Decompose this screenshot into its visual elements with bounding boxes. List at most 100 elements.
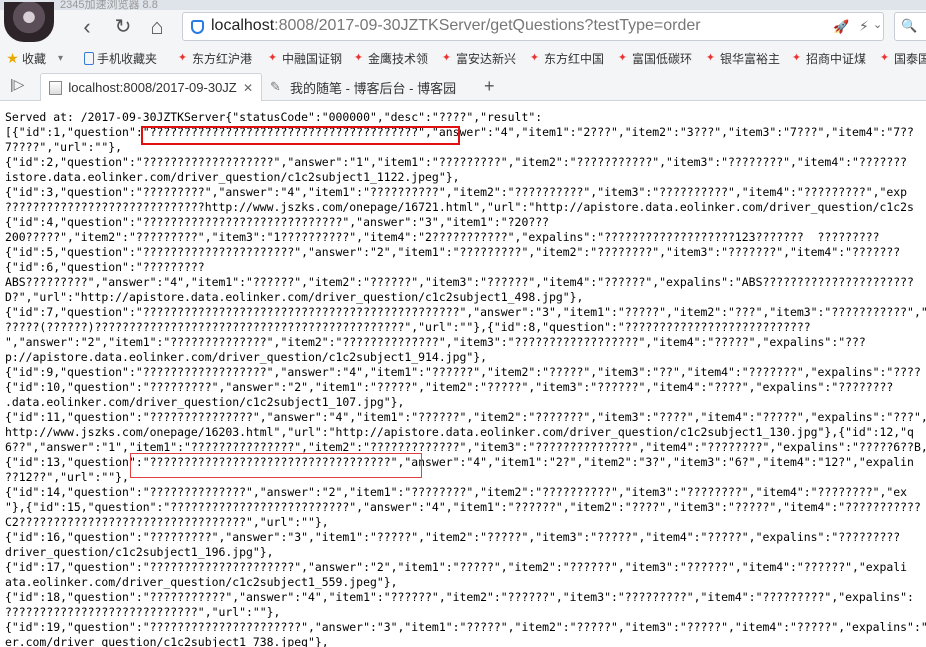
back-icon: ‹ <box>83 14 91 39</box>
lightning-icon[interactable]: ⚡ <box>859 18 869 35</box>
response-line: {"id":5,"question":"????????????????????… <box>5 245 901 259</box>
bookmark-item[interactable]: ✦ 国泰国 <box>878 49 926 67</box>
response-line: ata.eolinker.com/driver_question/c1c2sub… <box>5 575 398 589</box>
new-tab-icon[interactable]: + <box>484 76 495 97</box>
response-line: Served at: /2017-09-30JZTKServer{"status… <box>5 110 543 124</box>
response-line: {"id":18,"question":"???????????","answe… <box>5 590 914 604</box>
window-title: 2345加速浏览器 8.8 <box>60 0 158 11</box>
response-line: http://www.jszks.com/onepage/16203.html"… <box>5 425 914 439</box>
address-host: localhost <box>211 17 275 34</box>
address-path: :8008/2017-09-30JZTKServer/getQuestions?… <box>274 17 701 34</box>
response-line: 200?????","item2":"?????????","item3":"1… <box>5 230 880 244</box>
bookmark-label: 手机收藏夹 <box>97 51 158 66</box>
bookmark-label: 银华富裕主 <box>720 51 781 66</box>
response-line: {"id":17,"question":"???????????????????… <box>5 560 908 574</box>
response-line: ABS?????????","answer":"4","item1":"????… <box>5 275 914 289</box>
tab-label: localhost:8008/2017-09-30JZ <box>68 80 237 95</box>
response-line: {"id":14,"question":"??????????????","an… <box>5 485 908 499</box>
search-box[interactable]: 🔍 <box>894 12 926 41</box>
response-line: {"id":16,"question":"?????????","answer"… <box>5 530 901 544</box>
response-line: ?????(??????)???????????????????????????… <box>5 320 811 334</box>
title-bar: 2345加速浏览器 8.8 <box>0 0 926 11</box>
bookmark-item[interactable]: ✦ 金鹰技术领 <box>352 49 428 67</box>
chevron-down-icon[interactable]: ⌄ <box>873 18 882 31</box>
response-line: "},{"id":15,"question":"????????????????… <box>5 500 921 514</box>
bookmark-item[interactable]: ✦ 中融国证钢 <box>266 49 342 67</box>
json-response-text: Served at: /2017-09-30JZTKServer{"status… <box>5 110 926 647</box>
response-line: ","answer":"2","item1":"??????????????",… <box>5 335 866 349</box>
bookmark-fire-icon: ✦ <box>529 51 540 64</box>
bookmark-label: 中融国证钢 <box>282 51 343 66</box>
back-button[interactable]: ‹ <box>72 12 102 42</box>
rocket-icon[interactable]: 🚀 <box>833 19 849 35</box>
response-line: {"id":11,"question":"???????????????","a… <box>5 410 926 424</box>
tab-localhost[interactable]: localhost:8008/2017-09-30JZ ✕ <box>40 73 262 101</box>
bookmark-label: 东方红中国 <box>544 51 605 66</box>
response-line: er.com/driver_question/c1c2subject1_738.… <box>5 635 329 647</box>
bookmark-label: 富安达新兴 <box>456 51 517 66</box>
browser-chrome: 2345加速浏览器 8.8 ‹ ↻ ⌂ localhost:8008/2017-… <box>0 0 926 101</box>
response-line: D?","url":"http://apistore.data.eolinker… <box>5 290 584 304</box>
response-line: {"id":6,"question":"????????? <box>5 260 205 274</box>
bookmark-mobile[interactable]: 手机收藏夹 <box>84 49 157 67</box>
response-line: ?????????????????????????????http://www.… <box>5 200 914 214</box>
reload-button[interactable]: ↻ <box>108 12 138 42</box>
page-content: Served at: /2017-09-30JZTKServer{"status… <box>0 101 926 647</box>
search-icon: 🔍 <box>901 18 918 33</box>
bookmark-item[interactable]: ✦ 银华富裕主 <box>704 49 780 67</box>
bookmark-item[interactable]: ✦ 招商中证煤 <box>790 49 866 67</box>
response-line: C2?????????????????????????????????","ur… <box>5 515 329 529</box>
bookmark-fire-icon: ✦ <box>705 51 716 64</box>
blog-icon: ✎ <box>270 79 281 94</box>
user-avatar[interactable] <box>4 2 54 42</box>
reload-icon: ↻ <box>114 16 132 38</box>
bookmark-label: 国泰国 <box>894 51 926 66</box>
response-line: istore.data.eolinker.com/driver_question… <box>5 170 460 184</box>
bookmark-label: 富国低碳环 <box>632 51 693 66</box>
response-line: driver_question/c1c2subject1_196.jpg"}, <box>5 545 274 559</box>
chevron-down-icon: ▾ <box>58 52 64 64</box>
tab-strip: |▷ localhost:8008/2017-09-30JZ ✕ ✎ 我的随笔 … <box>0 70 926 101</box>
home-button[interactable]: ⌂ <box>142 12 172 42</box>
highlight-box <box>130 453 422 478</box>
bookmark-fire-icon: ✦ <box>441 51 452 64</box>
shield-icon <box>191 20 204 34</box>
bookmark-fire-icon: ✦ <box>267 51 278 64</box>
response-line: {"id":9,"question":"??????????????????",… <box>5 365 921 379</box>
bookmark-fire-icon: ✦ <box>353 51 364 64</box>
response-line: {"id":7,"question":"????????????????????… <box>5 305 926 319</box>
response-line: .data.eolinker.com/driver_question/c1c2s… <box>5 395 405 409</box>
response-line: {"id":3,"question":"?????????","answer":… <box>5 185 908 199</box>
bookmark-item[interactable]: ✦ 东方红中国 <box>528 49 604 67</box>
page-icon <box>49 80 63 95</box>
bookmark-item[interactable]: ✦ 东方红沪港 <box>176 49 252 67</box>
sidebar-toggle-icon[interactable]: |▷ <box>10 76 24 93</box>
response-line: {"id":10,"question":"?????????","answer"… <box>5 380 894 394</box>
bookmark-fire-icon: ✦ <box>617 51 628 64</box>
bookmark-favorites[interactable]: ★ 收藏 ▾ <box>6 49 63 67</box>
bookmark-item[interactable]: ✦ 富安达新兴 <box>440 49 516 67</box>
bookmark-label: 东方红沪港 <box>192 51 253 66</box>
bookmark-label: 收藏 <box>22 51 47 66</box>
address-bar[interactable]: localhost:8008/2017-09-30JZTKServer/getQ… <box>182 12 884 41</box>
response-line: {"id":2,"question":"???????????????????"… <box>5 155 908 169</box>
tab-label: 我的随笔 - 博客后台 - 博客园 <box>290 80 457 96</box>
bookmark-fire-icon: ✦ <box>791 51 802 64</box>
highlight-box <box>141 126 460 145</box>
bookmark-label: 招商中证煤 <box>806 51 867 66</box>
bookmark-label: 金鹰技术领 <box>368 51 429 66</box>
response-line: p://apistore.data.eolinker.com/driver_qu… <box>5 350 488 364</box>
address-url[interactable]: localhost:8008/2017-09-30JZTKServer/getQ… <box>211 17 701 35</box>
phone-icon <box>84 51 94 65</box>
bookmark-fire-icon: ✦ <box>879 51 890 64</box>
bookmark-fire-icon: ✦ <box>177 51 188 64</box>
bookmark-item[interactable]: ✦ 富国低碳环 <box>616 49 692 67</box>
response-line: {"id":19,"question":"???????????????????… <box>5 620 926 634</box>
close-icon[interactable]: ✕ <box>243 81 253 95</box>
tab-blog-admin[interactable]: ✎ 我的随笔 - 博客后台 - 博客园 <box>262 73 474 101</box>
response-line: ????????????????????????????","url":""}, <box>5 605 281 619</box>
home-icon: ⌂ <box>150 14 164 39</box>
star-icon: ★ <box>6 49 19 66</box>
bookmarks-bar: ★ 收藏 ▾ 手机收藏夹 ✦ 东方红沪港 ✦ 中融国证钢 ✦ 金鹰技术领 ✦ 富… <box>0 46 926 70</box>
response-line: {"id":4,"question":"????????????????????… <box>5 215 549 229</box>
